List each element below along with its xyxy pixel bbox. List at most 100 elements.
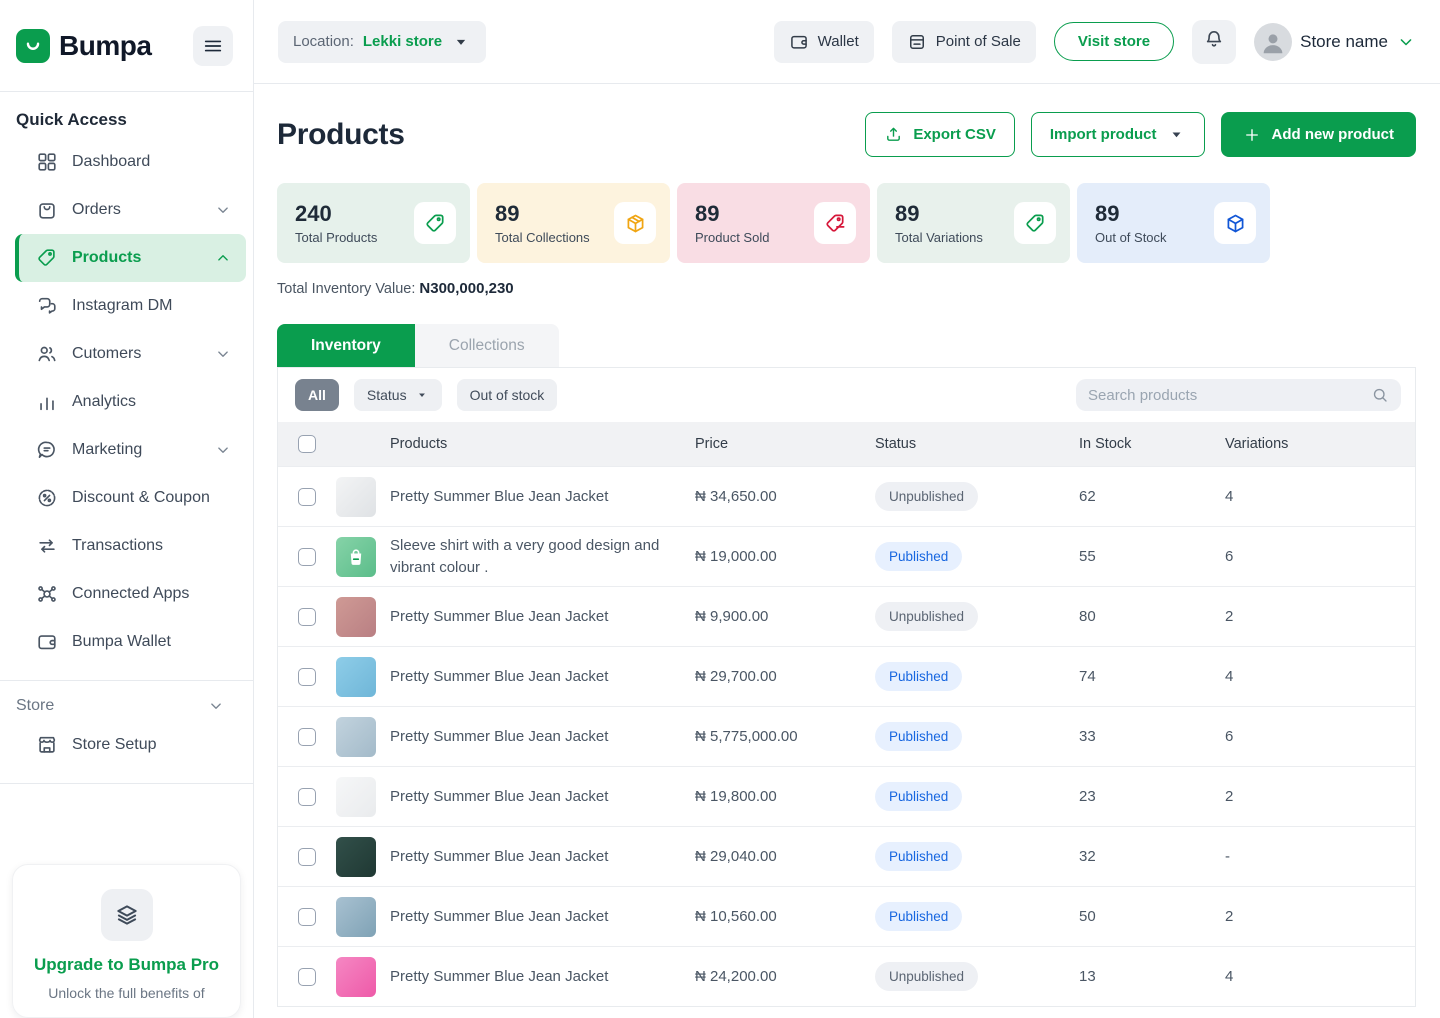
point-of-sale-button[interactable]: Point of Sale xyxy=(892,21,1036,63)
row-checkbox[interactable] xyxy=(298,848,316,866)
product-thumbnail[interactable] xyxy=(336,897,376,937)
transactions-icon xyxy=(36,535,58,557)
location-selector[interactable]: Location: Lekki store xyxy=(278,21,486,63)
visit-store-button[interactable]: Visit store xyxy=(1054,22,1174,61)
sidebar-item-label: Dashboard xyxy=(72,153,150,171)
row-checkbox[interactable] xyxy=(298,668,316,686)
status-badge: Published xyxy=(875,902,962,931)
sidebar-item-label: Transactions xyxy=(72,537,163,555)
app-root: Bumpa Quick Access Dashboard Orders Prod… xyxy=(0,0,1440,1018)
orders-icon xyxy=(36,199,58,221)
filter-bar: All Status Out of stock xyxy=(278,368,1415,422)
account-menu[interactable]: Store name xyxy=(1254,23,1416,61)
variations-value: 4 xyxy=(1225,488,1415,505)
sidebar-item-instagram-dm[interactable]: Instagram DM xyxy=(15,282,246,330)
product-thumbnail[interactable] xyxy=(336,777,376,817)
row-checkbox[interactable] xyxy=(298,548,316,566)
location-label: Location: xyxy=(293,33,354,50)
row-checkbox[interactable] xyxy=(298,968,316,986)
product-thumbnail[interactable] xyxy=(336,537,376,577)
product-price: ₦ 29,700.00 xyxy=(695,668,875,685)
brand-name: Bumpa xyxy=(59,30,151,62)
table-row: Pretty Summer Blue Jean Jacket ₦ 29,040.… xyxy=(278,826,1415,886)
variations-value: 2 xyxy=(1225,788,1415,805)
sidebar-item-dashboard[interactable]: Dashboard xyxy=(15,138,246,186)
chevron-down-icon xyxy=(207,697,225,715)
product-thumbnail[interactable] xyxy=(336,837,376,877)
notifications-button[interactable] xyxy=(1192,20,1236,64)
status-badge: Unpublished xyxy=(875,962,978,991)
stat-label: Total Variations xyxy=(895,230,983,245)
chevron-down-icon xyxy=(214,201,232,219)
sidebar-item-label: Analytics xyxy=(72,393,136,411)
location-value: Lekki store xyxy=(363,33,442,50)
filter-all[interactable]: All xyxy=(295,379,339,411)
product-name[interactable]: Pretty Summer Blue Jean Jacket xyxy=(390,606,695,628)
tab-inventory[interactable]: Inventory xyxy=(277,324,415,367)
bell-icon xyxy=(1203,28,1225,55)
tab-collections[interactable]: Collections xyxy=(415,324,559,367)
sidebar-item-connected-apps[interactable]: Connected Apps xyxy=(15,570,246,618)
bumpa-logo-icon xyxy=(16,29,50,63)
row-checkbox[interactable] xyxy=(298,728,316,746)
upgrade-title: Upgrade to Bumpa Pro xyxy=(27,955,226,975)
stats-row: 240 Total Products 89 Total Collections … xyxy=(277,183,1416,263)
table-body: Pretty Summer Blue Jean Jacket ₦ 34,650.… xyxy=(278,466,1415,1006)
search-input[interactable] xyxy=(1088,387,1371,404)
main-column: Location: Lekki store Wallet Point of Sa… xyxy=(254,0,1440,1018)
stat-card-out-of-stock: 89 Out of Stock xyxy=(1077,183,1270,263)
product-thumbnail[interactable] xyxy=(336,657,376,697)
table-row: Pretty Summer Blue Jean Jacket ₦ 5,775,0… xyxy=(278,706,1415,766)
sidebar-item-bumpa-wallet[interactable]: Bumpa Wallet xyxy=(15,618,246,666)
product-thumbnail[interactable] xyxy=(336,717,376,757)
product-name[interactable]: Pretty Summer Blue Jean Jacket xyxy=(390,966,695,988)
sidebar-item-analytics[interactable]: Analytics xyxy=(15,378,246,426)
product-name[interactable]: Pretty Summer Blue Jean Jacket xyxy=(390,846,695,868)
inventory-value-line: Total Inventory Value: N300,000,230 xyxy=(277,280,1416,297)
upgrade-card[interactable]: Upgrade to Bumpa Pro Unlock the full ben… xyxy=(12,864,241,1018)
filter-status[interactable]: Status xyxy=(354,379,442,411)
stat-value: 89 xyxy=(695,201,769,227)
export-csv-button[interactable]: Export CSV xyxy=(865,112,1015,157)
sidebar-toggle-button[interactable] xyxy=(193,26,233,66)
sidebar-item-products[interactable]: Products xyxy=(15,234,246,282)
product-name[interactable]: Pretty Summer Blue Jean Jacket xyxy=(390,906,695,928)
tag-icon xyxy=(414,202,456,244)
row-checkbox[interactable] xyxy=(298,488,316,506)
product-name[interactable]: Pretty Summer Blue Jean Jacket xyxy=(390,486,695,508)
sidebar-item-label: Orders xyxy=(72,201,121,219)
product-price: ₦ 24,200.00 xyxy=(695,968,875,985)
tag-icon xyxy=(1014,202,1056,244)
product-thumbnail[interactable] xyxy=(336,597,376,637)
content: Products Export CSV Import product Add n… xyxy=(254,84,1440,1018)
select-all-checkbox[interactable] xyxy=(298,435,316,453)
stat-label: Out of Stock xyxy=(1095,230,1167,245)
chevron-down-icon xyxy=(1396,32,1416,52)
inventory-value-label: Total Inventory Value: xyxy=(277,281,415,297)
product-thumbnail[interactable] xyxy=(336,957,376,997)
sidebar-item-label: Connected Apps xyxy=(72,585,189,603)
product-name[interactable]: Pretty Summer Blue Jean Jacket xyxy=(390,726,695,748)
sidebar-item-orders[interactable]: Orders xyxy=(15,186,246,234)
import-product-button[interactable]: Import product xyxy=(1031,112,1205,157)
sidebar-item-label: Bumpa Wallet xyxy=(72,633,171,651)
sidebar-item-store-setup[interactable]: Store Setup xyxy=(15,721,246,769)
store-section-header[interactable]: Store xyxy=(0,695,253,721)
product-name[interactable]: Pretty Summer Blue Jean Jacket xyxy=(390,666,695,688)
add-new-product-button[interactable]: Add new product xyxy=(1221,112,1417,157)
sidebar-item-discount-coupon[interactable]: Discount & Coupon xyxy=(15,474,246,522)
sidebar-item-cutomers[interactable]: Cutomers xyxy=(15,330,246,378)
sidebar-item-marketing[interactable]: Marketing xyxy=(15,426,246,474)
filter-out-of-stock[interactable]: Out of stock xyxy=(457,379,558,411)
product-name[interactable]: Pretty Summer Blue Jean Jacket xyxy=(390,786,695,808)
plus-icon xyxy=(1243,126,1261,144)
row-checkbox[interactable] xyxy=(298,788,316,806)
product-name[interactable]: Sleeve shirt with a very good design and… xyxy=(390,535,695,579)
row-checkbox[interactable] xyxy=(298,608,316,626)
row-checkbox[interactable] xyxy=(298,908,316,926)
sidebar-item-transactions[interactable]: Transactions xyxy=(15,522,246,570)
product-thumbnail[interactable] xyxy=(336,477,376,517)
in-stock-value: 74 xyxy=(1079,668,1225,685)
chevron-down-icon xyxy=(214,345,232,363)
wallet-button[interactable]: Wallet xyxy=(774,21,874,63)
